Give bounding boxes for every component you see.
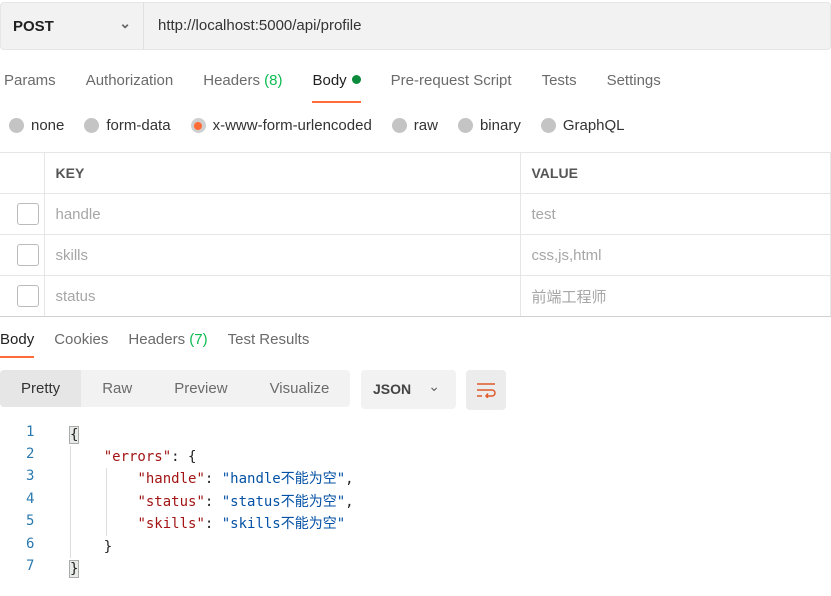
tab-tests[interactable]: Tests <box>542 72 577 103</box>
table-row: handle test <box>0 193 831 235</box>
url-input[interactable]: http://localhost:5000/api/profile <box>158 17 361 34</box>
radio-x-www-form-urlencoded[interactable]: x-www-form-urlencoded <box>190 117 372 134</box>
tab-authorization[interactable]: Authorization <box>86 72 174 103</box>
chevron-down-icon: ⌄ <box>428 378 440 394</box>
radio-none[interactable]: none <box>9 117 64 134</box>
radio-raw[interactable]: raw <box>391 117 438 134</box>
tab-settings[interactable]: Settings <box>607 72 661 103</box>
request-tabs: Params Authorization Headers (8) Body Pr… <box>4 72 691 103</box>
url-bar: POST ⌄ http://localhost:5000/api/profile <box>0 2 831 50</box>
view-visualize[interactable]: Visualize <box>249 370 351 407</box>
tab-body[interactable]: Body <box>312 72 361 103</box>
chevron-down-icon: ⌄ <box>119 15 131 31</box>
tab-test-results[interactable]: Test Results <box>228 331 310 358</box>
radio-form-data[interactable]: form-data <box>84 117 171 134</box>
tab-pre-request-script[interactable]: Pre-request Script <box>391 72 512 103</box>
format-select[interactable]: JSON ⌄ <box>361 370 456 409</box>
params-table: KEY VALUE handle test skills css,js,html st… <box>0 152 831 317</box>
view-preview[interactable]: Preview <box>153 370 248 407</box>
wrap-icon <box>477 383 496 398</box>
status-dot-icon <box>351 75 361 84</box>
view-pretty[interactable]: Pretty <box>0 370 82 407</box>
tab-response-headers[interactable]: Headers (7) <box>128 331 207 358</box>
row-checkbox[interactable] <box>17 203 39 225</box>
method-select[interactable]: POST ⌄ <box>1 3 144 49</box>
tab-params[interactable]: Params <box>4 72 56 103</box>
wrap-lines-button[interactable] <box>466 370 506 410</box>
body-type-radios: none form-data x-www-form-urlencoded raw… <box>9 117 645 134</box>
view-mode-group: Pretty Raw Preview Visualize <box>0 370 350 407</box>
radio-binary[interactable]: binary <box>457 117 521 134</box>
table-row: skills css,js,html <box>0 234 831 276</box>
response-tabs: Body Cookies Headers (7) Test Results <box>0 331 329 358</box>
table-row: status 前端工程师 <box>0 275 831 317</box>
tab-response-body[interactable]: Body <box>0 331 35 358</box>
view-raw[interactable]: Raw <box>81 370 153 407</box>
tab-headers[interactable]: Headers (8) <box>203 72 282 103</box>
row-checkbox[interactable] <box>17 244 39 266</box>
radio-graphql[interactable]: GraphQL <box>540 117 625 134</box>
tab-cookies[interactable]: Cookies <box>54 331 108 358</box>
row-checkbox[interactable] <box>17 285 39 307</box>
